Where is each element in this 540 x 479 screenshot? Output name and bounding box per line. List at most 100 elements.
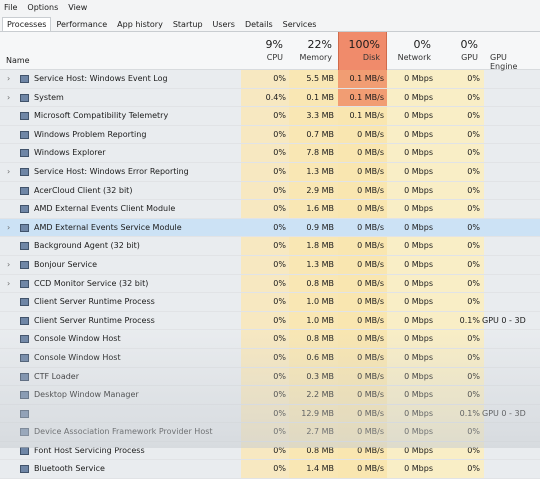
column-cpu-header[interactable]: 9% CPU [241, 32, 289, 70]
process-row[interactable]: Console Window Host0%0.8 MB0 MB/s0 Mbps0… [0, 330, 540, 349]
disk-value: 0 MB/s [339, 316, 384, 325]
gpu-value: 0% [438, 167, 480, 176]
gpu-value: 0% [438, 223, 480, 232]
network-value: 0 Mbps [388, 279, 433, 288]
process-row[interactable]: ›Service Host: Windows Event Log0%5.5 MB… [0, 70, 540, 89]
process-row[interactable]: ›System0.4%0.1 MB0.1 MB/s0 Mbps0% [0, 89, 540, 108]
cpu-value: 0% [241, 260, 286, 269]
process-row[interactable]: AMD External Events Client Module0%1.6 M… [0, 200, 540, 219]
expand-chevron-icon[interactable]: › [7, 279, 10, 288]
tab-startup[interactable]: Startup [168, 17, 208, 31]
process-row[interactable]: ›AMD External Events Service Module0%0.9… [0, 219, 540, 238]
network-value: 0 Mbps [388, 74, 433, 83]
memory-label: Memory [289, 53, 332, 62]
network-value: 0 Mbps [388, 186, 433, 195]
column-memory-header[interactable]: 22% Memory [289, 32, 338, 70]
process-row[interactable]: ›Service Host: Windows Error Reporting0%… [0, 163, 540, 182]
cpu-value: 0% [241, 334, 286, 343]
disk-value: 0 MB/s [339, 279, 384, 288]
process-row[interactable]: Client Server Runtime Process0%1.0 MB0 M… [0, 312, 540, 331]
process-name: Desktop Window Manager [34, 390, 139, 399]
process-name: Service Host: Windows Event Log [34, 74, 168, 83]
network-value: 0 Mbps [388, 204, 433, 213]
cpu-value: 0% [241, 204, 286, 213]
network-value: 0 Mbps [388, 148, 433, 157]
network-value: 0 Mbps [388, 167, 433, 176]
process-icon [20, 447, 29, 455]
process-icon [20, 465, 29, 473]
process-row[interactable]: ›Bonjour Service0%1.3 MB0 MB/s0 Mbps0% [0, 256, 540, 275]
menu-file[interactable]: File [4, 3, 17, 12]
process-row[interactable]: ›CCD Monitor Service (32 bit)0%0.8 MB0 M… [0, 275, 540, 294]
network-total-pct: 0% [387, 38, 431, 51]
gpu-value: 0% [438, 446, 480, 455]
gpu-value: 0% [438, 204, 480, 213]
tab-users[interactable]: Users [208, 17, 240, 31]
process-row[interactable]: Device Association Framework Provider Ho… [0, 423, 540, 442]
gpu-value: 0% [438, 464, 480, 473]
process-row[interactable]: Microsoft Compatibility Telemetry0%3.3 M… [0, 107, 540, 126]
tab-performance[interactable]: Performance [51, 17, 112, 31]
process-row[interactable]: Windows Explorer0%7.8 MB0 MB/s0 Mbps0% [0, 144, 540, 163]
memory-value: 1.0 MB [290, 316, 334, 325]
disk-value: 0 MB/s [339, 409, 384, 418]
cpu-value: 0% [241, 186, 286, 195]
process-row[interactable]: Background Agent (32 bit)0%1.8 MB0 MB/s0… [0, 237, 540, 256]
expand-chevron-icon[interactable]: › [7, 167, 10, 176]
process-row[interactable]: Console Window Host0%0.6 MB0 MB/s0 Mbps0… [0, 349, 540, 368]
network-value: 0 Mbps [388, 130, 433, 139]
cpu-label: CPU [241, 53, 283, 62]
tab-details[interactable]: Details [240, 17, 278, 31]
menu-options[interactable]: Options [27, 3, 58, 12]
process-row[interactable]: CTF Loader0%0.3 MB0 MB/s0 Mbps0% [0, 368, 540, 387]
disk-value: 0 MB/s [339, 390, 384, 399]
cpu-value: 0% [241, 464, 286, 473]
process-row[interactable]: 0%12.9 MB0 MB/s0 Mbps0.1%GPU 0 - 3D [0, 405, 540, 424]
process-row[interactable]: Desktop Window Manager0%2.2 MB0 MB/s0 Mb… [0, 386, 540, 405]
column-network-header[interactable]: 0% Network [387, 32, 437, 70]
network-value: 0 Mbps [388, 390, 433, 399]
memory-total-pct: 22% [289, 38, 332, 51]
cpu-value: 0% [241, 279, 286, 288]
process-row[interactable]: Bluetooth Service0%1.4 MB0 MB/s0 Mbps0% [0, 460, 540, 479]
network-value: 0 Mbps [388, 427, 433, 436]
gpu-value: 0% [438, 297, 480, 306]
disk-value: 0 MB/s [339, 297, 384, 306]
process-name: Bluetooth Service [34, 464, 105, 473]
cpu-value: 0% [241, 372, 286, 381]
process-icon [20, 168, 29, 176]
column-header-row: Name ^ 9% CPU 22% Memory 100% Disk 0% Ne… [0, 32, 540, 70]
process-icon [20, 187, 29, 195]
process-icon [20, 391, 29, 399]
gpu-value: 0% [438, 186, 480, 195]
process-row[interactable]: AcerCloud Client (32 bit)0%2.9 MB0 MB/s0… [0, 182, 540, 201]
column-gpu-header[interactable]: 0% GPU [437, 32, 484, 70]
memory-value: 0.6 MB [290, 353, 334, 362]
menu-view[interactable]: View [68, 3, 87, 12]
process-icon [20, 94, 29, 102]
tab-processes[interactable]: Processes [2, 17, 51, 31]
column-name-header[interactable]: Name [6, 56, 30, 65]
expand-chevron-icon[interactable]: › [7, 260, 10, 269]
process-row[interactable]: Windows Problem Reporting0%0.7 MB0 MB/s0… [0, 126, 540, 145]
process-icon [20, 205, 29, 213]
process-name: Console Window Host [34, 353, 121, 362]
tab-services[interactable]: Services [278, 17, 322, 31]
process-name: Windows Explorer [34, 148, 106, 157]
memory-value: 5.5 MB [290, 74, 334, 83]
expand-chevron-icon[interactable]: › [7, 93, 10, 102]
process-row[interactable]: Font Host Servicing Process0%0.8 MB0 MB/… [0, 442, 540, 461]
column-gpu-engine-header[interactable]: GPU Engine [484, 32, 540, 70]
gpu-engine-value: GPU 0 - 3D [482, 316, 538, 325]
expand-chevron-icon[interactable]: › [7, 223, 10, 232]
process-row[interactable]: Client Server Runtime Process0%1.0 MB0 M… [0, 293, 540, 312]
disk-value: 0 MB/s [339, 427, 384, 436]
disk-value: 0 MB/s [339, 241, 384, 250]
disk-value: 0 MB/s [339, 464, 384, 473]
gpu-engine-label: GPU Engine [490, 53, 534, 71]
gpu-value: 0% [438, 427, 480, 436]
memory-value: 0.9 MB [290, 223, 334, 232]
tab-app-history[interactable]: App history [112, 17, 168, 31]
column-disk-header[interactable]: 100% Disk [338, 32, 387, 70]
expand-chevron-icon[interactable]: › [7, 74, 10, 83]
